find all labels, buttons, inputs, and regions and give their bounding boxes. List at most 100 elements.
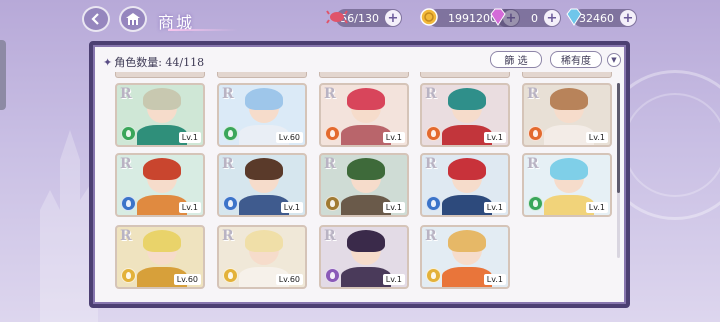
level-badge: Lv.1 [382, 132, 405, 143]
element-icon [223, 268, 238, 283]
rarity-badge: R [425, 86, 437, 102]
rarity-badge: R [120, 228, 132, 244]
candy-icon [326, 10, 348, 24]
element-icon [426, 268, 441, 283]
add-stamina-button[interactable]: + [385, 10, 401, 26]
portrait-hair [143, 158, 181, 180]
portrait-hair [245, 230, 283, 252]
element-icon [325, 196, 340, 211]
element-icon [121, 126, 136, 141]
character-list-panel: ✦ 角色数量: 44/118 篩 选 稀有度 ▼ R Lv.1 R Lv.60 R Lv.1… [89, 41, 630, 308]
element-icon [223, 196, 238, 211]
diamond-counter: 32460 + [566, 8, 637, 27]
partial-card [319, 72, 409, 78]
back-arrow-icon [91, 13, 99, 25]
character-card[interactable]: R Lv.1 [319, 83, 409, 147]
diamond-icon [566, 8, 582, 26]
side-drawer-handle[interactable] [0, 40, 6, 110]
rarity-badge: R [527, 156, 539, 172]
partial-card [522, 72, 612, 78]
portrait-hair [448, 88, 486, 110]
level-badge: Lv.1 [483, 274, 506, 285]
character-count: ✦ 角色数量: 44/118 [103, 54, 204, 70]
rarity-badge: R [222, 86, 234, 102]
portrait-hair [245, 88, 283, 110]
home-icon [126, 13, 140, 25]
rarity-badge: R [425, 228, 437, 244]
character-card[interactable]: R Lv.1 [217, 153, 307, 217]
portrait-hair [448, 158, 486, 180]
portrait-hair [245, 158, 283, 180]
chevron-down-icon[interactable]: ▼ [607, 53, 621, 67]
character-card[interactable]: R Lv.1 [522, 153, 612, 217]
stamina-counter: 56/130 + [326, 9, 402, 27]
portrait-hair [550, 158, 588, 180]
element-icon [528, 126, 543, 141]
portrait-hair [347, 158, 385, 180]
top-bar: 商城 56/130 + 1991200 + 0 + 32460 + [0, 0, 720, 38]
level-badge: Lv.1 [483, 202, 506, 213]
character-card[interactable]: R Lv.60 [217, 83, 307, 147]
level-badge: Lv.1 [280, 202, 303, 213]
level-badge: Lv.1 [178, 132, 201, 143]
rarity-badge: R [222, 228, 234, 244]
home-button[interactable] [119, 6, 147, 32]
element-icon [223, 126, 238, 141]
element-icon [528, 196, 543, 211]
back-button[interactable] [82, 6, 110, 32]
character-card[interactable]: R Lv.1 [319, 153, 409, 217]
element-icon [325, 126, 340, 141]
partial-card [115, 72, 205, 78]
pink-gem-counter: 0 + [490, 8, 561, 27]
rarity-badge: R [324, 156, 336, 172]
level-badge: Lv.1 [178, 202, 201, 213]
partial-card [217, 72, 307, 78]
level-badge: Lv.1 [585, 132, 608, 143]
character-card[interactable]: R Lv.1 [319, 225, 409, 289]
scrollbar-thumb[interactable] [617, 83, 620, 193]
level-badge: Lv.1 [382, 202, 405, 213]
portrait-hair [143, 230, 181, 252]
element-icon [325, 268, 340, 283]
character-card[interactable]: R Lv.60 [115, 225, 205, 289]
sparkle-icon: ✦ [103, 56, 113, 69]
character-card[interactable]: R Lv.1 [522, 83, 612, 147]
level-badge: Lv.1 [585, 202, 608, 213]
element-icon [426, 126, 441, 141]
level-badge: Lv.1 [483, 132, 506, 143]
rarity-badge: R [120, 86, 132, 102]
portrait-hair [347, 88, 385, 110]
title-underline-decoration [168, 29, 238, 31]
character-card[interactable]: R Lv.60 [217, 225, 307, 289]
scrollbar[interactable] [617, 83, 620, 258]
level-badge: Lv.1 [382, 274, 405, 285]
character-card[interactable]: R Lv.1 [115, 83, 205, 147]
rarity-badge: R [120, 156, 132, 172]
portrait-hair [347, 230, 385, 252]
level-badge: Lv.60 [275, 132, 303, 143]
character-count-label: 角色数量: 44/118 [114, 56, 205, 69]
filter-button[interactable]: 篩 选 [490, 51, 542, 68]
rarity-badge: R [527, 86, 539, 102]
level-badge: Lv.60 [275, 274, 303, 285]
add-diamond-button[interactable]: + [620, 10, 636, 26]
character-card[interactable]: R Lv.1 [420, 153, 510, 217]
portrait-hair [143, 88, 181, 110]
level-badge: Lv.60 [173, 274, 201, 285]
element-icon [426, 196, 441, 211]
character-card[interactable]: R Lv.1 [115, 153, 205, 217]
character-card[interactable]: R Lv.1 [420, 83, 510, 147]
rarity-badge: R [222, 156, 234, 172]
rarity-badge: R [425, 156, 437, 172]
pink-gem-icon [490, 8, 506, 26]
portrait-hair [448, 230, 486, 252]
element-icon [121, 268, 136, 283]
rarity-badge: R [324, 86, 336, 102]
rarity-badge: R [324, 228, 336, 244]
rarity-sort-button[interactable]: 稀有度 [550, 51, 602, 68]
portrait-hair [550, 88, 588, 110]
partial-card [420, 72, 510, 78]
gold-coin-icon [420, 8, 438, 26]
character-card[interactable]: R Lv.1 [420, 225, 510, 289]
add-pink-gem-button[interactable]: + [544, 10, 560, 26]
